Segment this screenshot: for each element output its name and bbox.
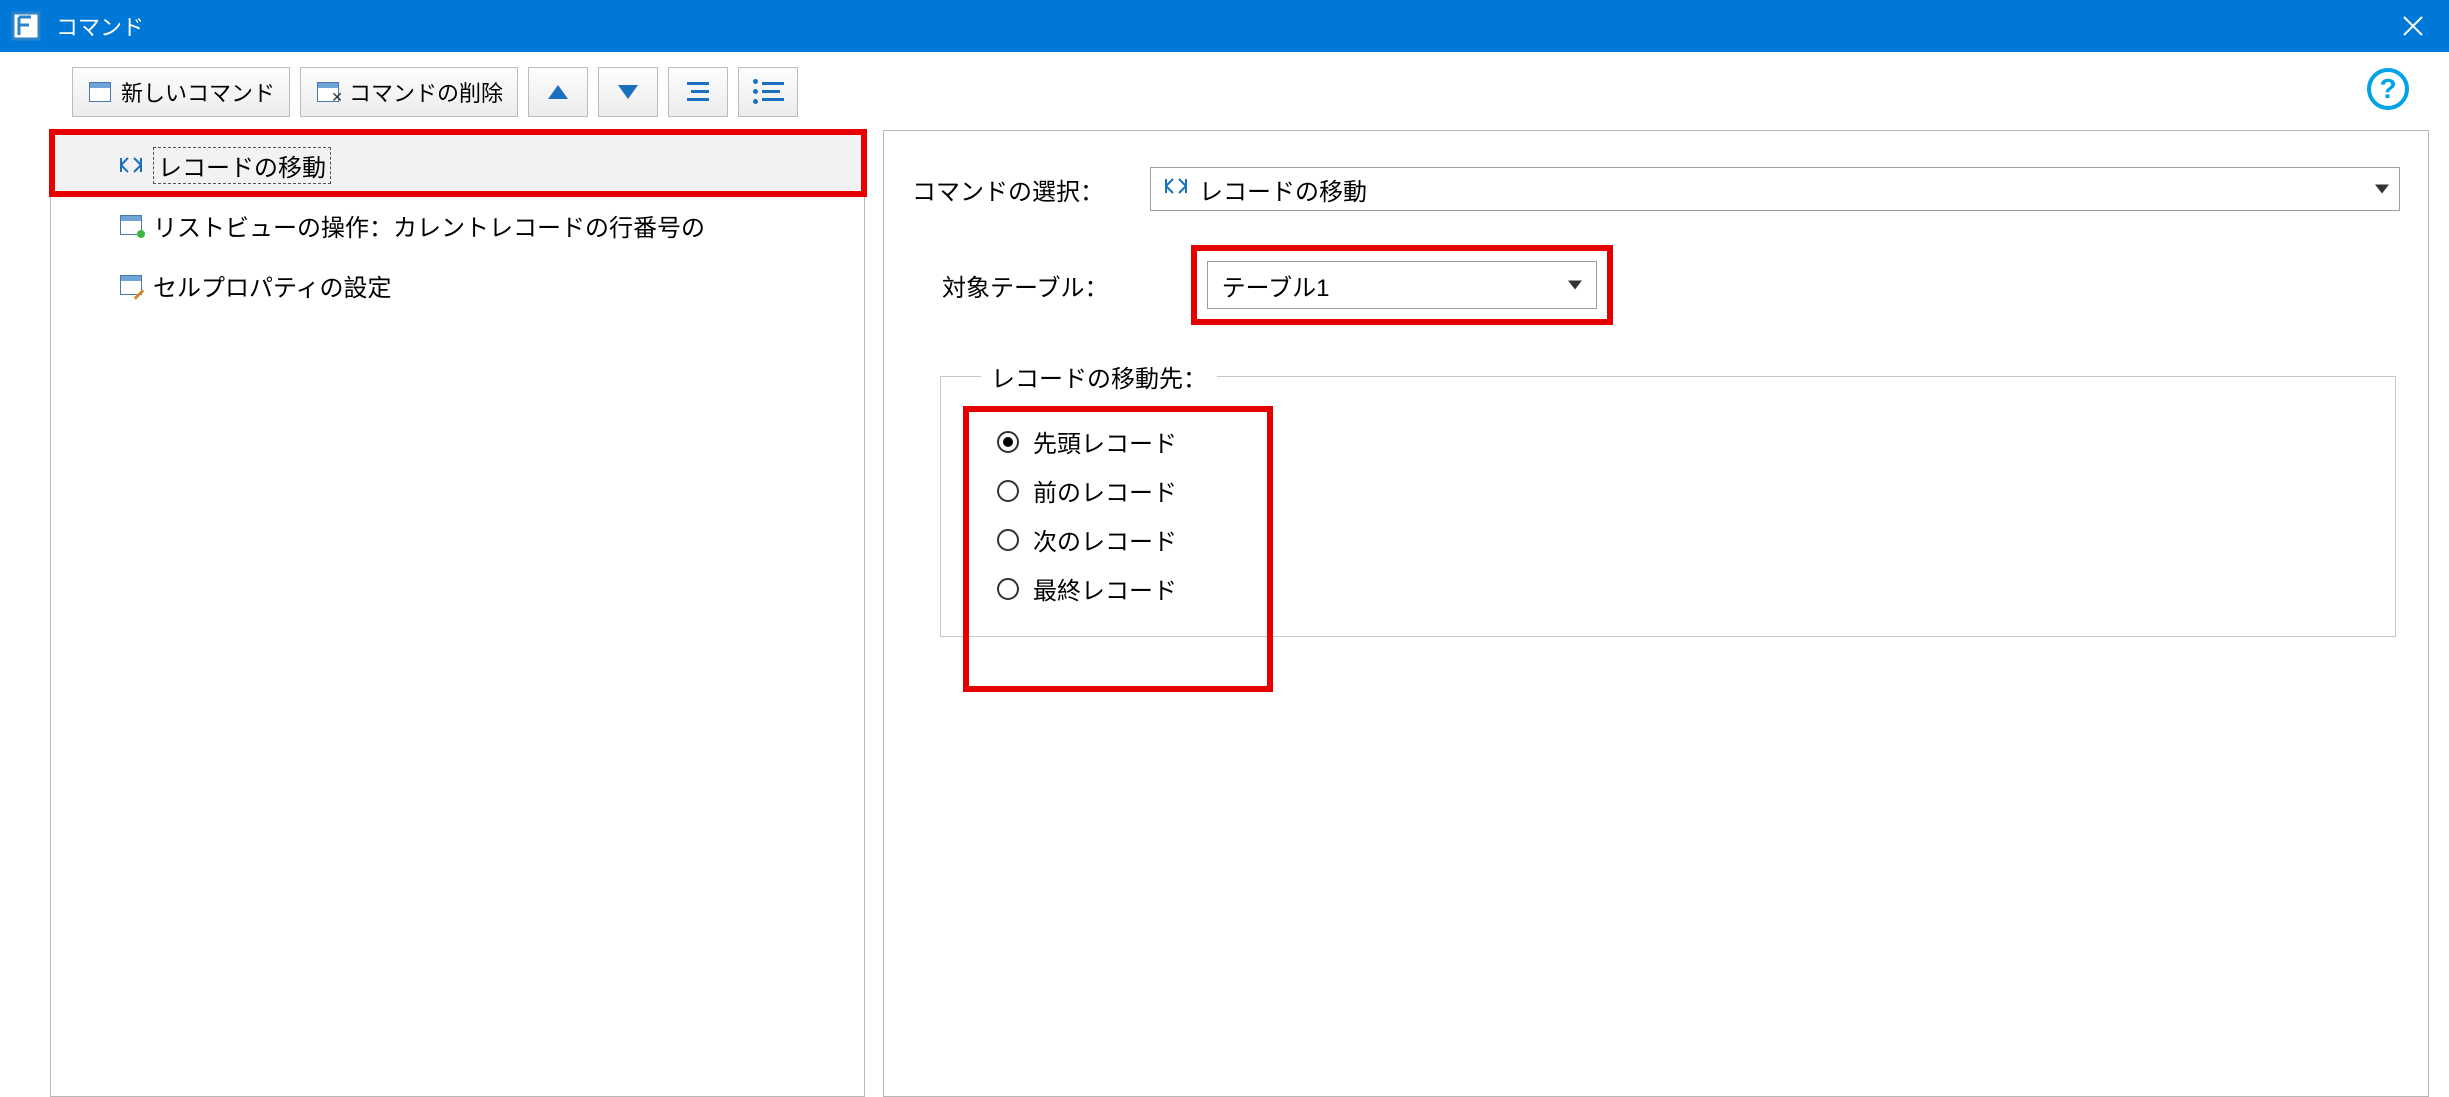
radio-label: 前のレコード xyxy=(1033,473,1177,508)
help-icon: ? xyxy=(2379,73,2396,105)
tree-item-cellproperty[interactable]: セルプロパティの設定 xyxy=(51,255,864,315)
radio-unselected-icon xyxy=(997,578,1019,600)
toolbar: 新しいコマンド ✕ コマンドの削除 ? xyxy=(0,52,2449,124)
tree-item-label: レコードの移動 xyxy=(153,147,331,184)
arrow-up-icon xyxy=(548,85,568,99)
tree-item-label: セルプロパティの設定 xyxy=(153,268,392,303)
window-title: コマンド xyxy=(56,10,144,42)
radio-next-record[interactable]: 次のレコード xyxy=(997,522,2355,557)
new-command-label: 新しいコマンド xyxy=(121,76,275,108)
new-command-button[interactable]: 新しいコマンド xyxy=(72,67,290,117)
delete-command-icon: ✕ xyxy=(315,79,341,105)
move-record-icon xyxy=(1163,175,1189,203)
command-tree: レコードの移動 リストビューの操作：カレントレコードの行番号の セルプロパティの… xyxy=(50,130,865,1097)
command-select-row: コマンドの選択： レコードの移動 xyxy=(912,167,2400,211)
delete-command-button[interactable]: ✕ コマンドの削除 xyxy=(300,67,518,117)
move-up-button[interactable] xyxy=(528,67,588,117)
detail-pane: コマンドの選択： レコードの移動 対象テーブル： テーブル1 xyxy=(883,130,2429,1097)
radio-first-record[interactable]: 先頭レコード xyxy=(997,424,2355,459)
command-select-value: レコードの移動 xyxy=(1199,172,1367,207)
radio-unselected-icon xyxy=(997,529,1019,551)
outdent-icon xyxy=(753,79,784,104)
move-down-button[interactable] xyxy=(598,67,658,117)
help-button[interactable]: ? xyxy=(2367,68,2409,110)
command-select[interactable]: レコードの移動 xyxy=(1150,167,2400,211)
command-select-label: コマンドの選択： xyxy=(912,172,1122,207)
target-table-value: テーブル1 xyxy=(1222,268,1330,303)
radio-unselected-icon xyxy=(997,480,1019,502)
cellproperty-icon xyxy=(117,273,145,297)
new-command-icon xyxy=(87,79,113,105)
titlebar: コマンド xyxy=(0,0,2449,52)
tree-item-move-record[interactable]: レコードの移動 xyxy=(51,135,864,195)
target-table-row: 対象テーブル： テーブル1 xyxy=(912,261,2400,309)
move-record-icon xyxy=(117,153,145,177)
app-icon xyxy=(8,8,44,44)
arrow-down-icon xyxy=(618,85,638,99)
chevron-down-icon xyxy=(2375,185,2389,194)
radio-prev-record[interactable]: 前のレコード xyxy=(997,473,2355,508)
dialog-body: レコードの移動 リストビューの操作：カレントレコードの行番号の セルプロパティの… xyxy=(0,124,2449,1097)
listview-icon xyxy=(117,213,145,237)
outdent-button[interactable] xyxy=(738,67,798,117)
indent-button[interactable] xyxy=(668,67,728,117)
tree-item-listview[interactable]: リストビューの操作：カレントレコードの行番号の xyxy=(51,195,864,255)
target-table-select[interactable]: テーブル1 xyxy=(1207,261,1597,309)
destination-legend: レコードの移動先： xyxy=(981,359,1217,394)
indent-icon xyxy=(687,82,709,101)
radio-selected-icon xyxy=(997,431,1019,453)
radio-label: 最終レコード xyxy=(1033,571,1177,606)
target-table-label: 対象テーブル： xyxy=(942,268,1109,303)
radio-last-record[interactable]: 最終レコード xyxy=(997,571,2355,606)
radio-label: 次のレコード xyxy=(1033,522,1177,557)
chevron-down-icon xyxy=(1568,281,1582,290)
command-dialog: コマンド 新しいコマンド ✕ コマンドの削除 xyxy=(0,0,2449,1097)
radio-label: 先頭レコード xyxy=(1033,424,1177,459)
close-button[interactable] xyxy=(2377,0,2449,52)
tree-item-label: リストビューの操作：カレントレコードの行番号の xyxy=(153,208,705,243)
destination-fieldset: レコードの移動先： 先頭レコード 前のレコード 次のレコード xyxy=(940,359,2396,637)
delete-command-label: コマンドの削除 xyxy=(349,76,503,108)
